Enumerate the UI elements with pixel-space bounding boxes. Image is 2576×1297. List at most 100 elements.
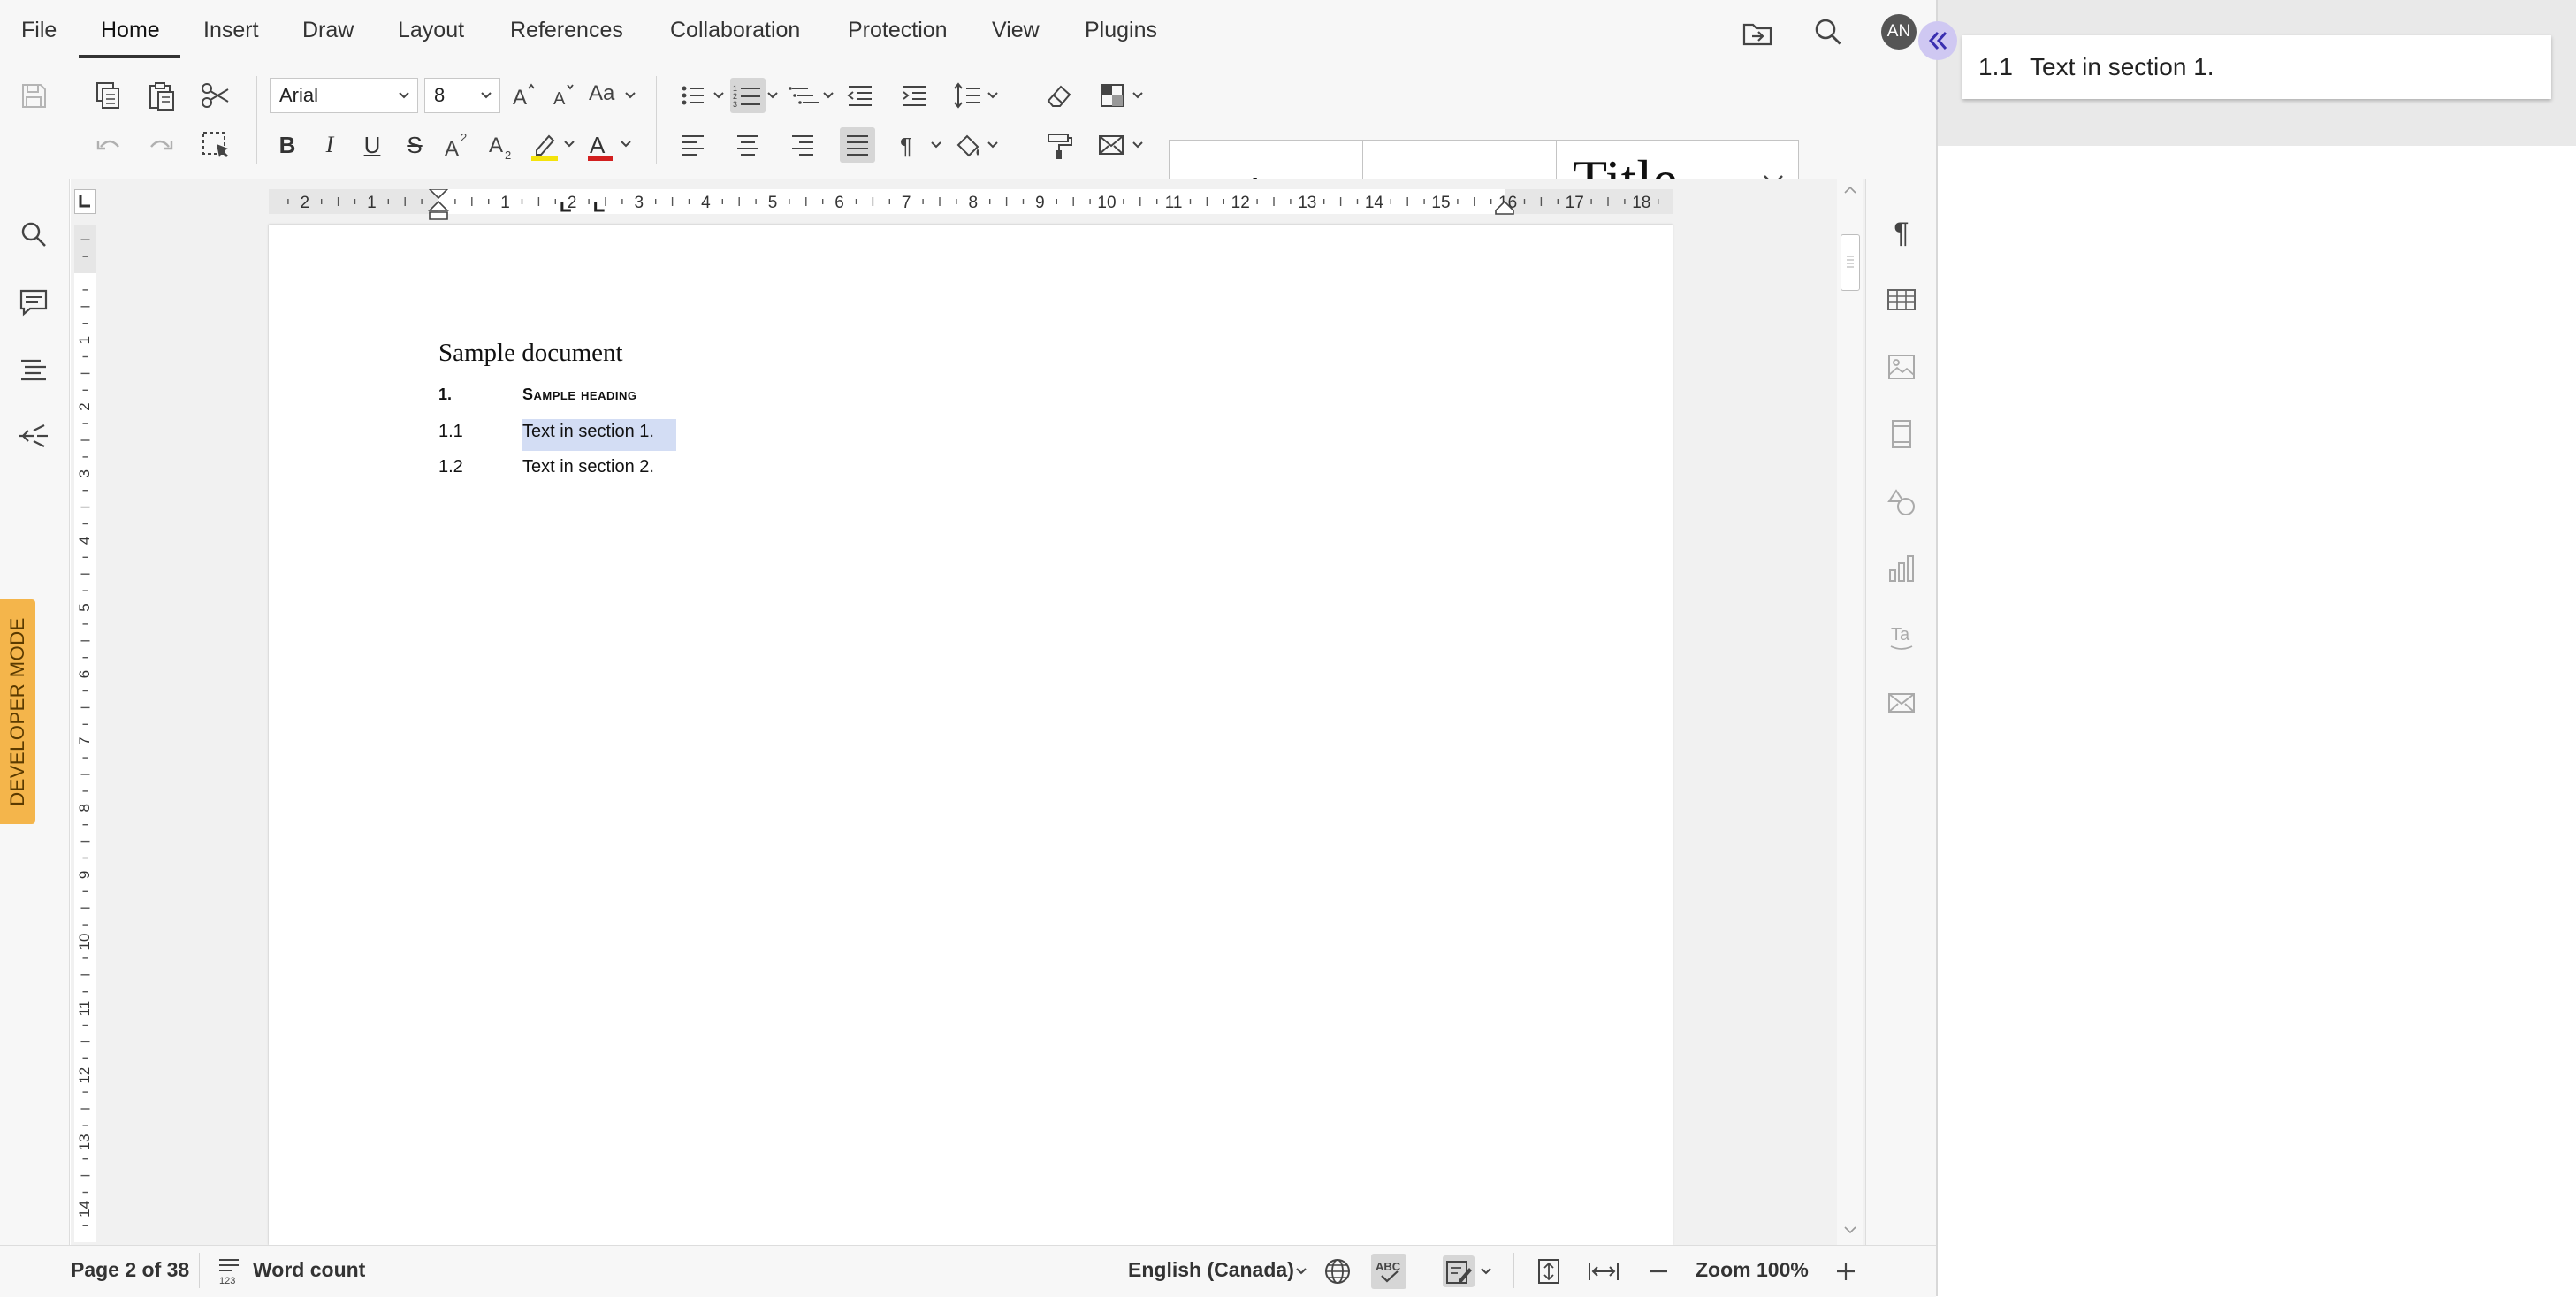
zoom-out-icon[interactable]	[1642, 1255, 1674, 1287]
track-changes-button[interactable]	[1441, 1254, 1498, 1289]
header-footer-settings-icon[interactable]	[1884, 416, 1919, 452]
compare-icon[interactable]	[16, 418, 51, 454]
shading-button[interactable]	[951, 127, 1004, 163]
undo-icon[interactable]	[90, 127, 126, 163]
list-item-number[interactable]: 1.2	[438, 457, 463, 477]
toolbar: Arial 8 A A Aa B I U S A2 A2 A 123 ¶	[0, 62, 1936, 221]
ruler-label: 3	[635, 194, 644, 212]
ruler-label: 13	[1298, 194, 1316, 212]
table-settings-icon[interactable]	[1884, 282, 1919, 317]
globe-icon[interactable]	[1322, 1255, 1353, 1287]
align-justify-icon[interactable]	[840, 127, 875, 163]
language-select[interactable]: English (Canada)	[1128, 1258, 1294, 1282]
numbered-list-icon[interactable]: 123	[730, 78, 766, 113]
copy-icon[interactable]	[90, 78, 126, 113]
underline-icon[interactable]: U	[354, 127, 390, 163]
chevron-down-icon[interactable]	[1294, 1258, 1308, 1285]
menu-view[interactable]: View	[992, 18, 1040, 43]
font-size-select[interactable]: 8	[424, 78, 500, 113]
heading-text[interactable]: Sample heading	[522, 385, 636, 404]
italic-icon[interactable]: I	[312, 127, 347, 163]
word-count-icon[interactable]: 123	[216, 1255, 244, 1286]
fit-to-width-icon[interactable]	[1586, 1255, 1621, 1287]
clear-formatting-icon[interactable]	[1041, 78, 1077, 113]
menu-layout[interactable]: Layout	[398, 18, 464, 43]
paragraph-settings-icon[interactable]: ¶	[1884, 215, 1919, 250]
word-count-button[interactable]: Word count	[253, 1258, 365, 1282]
comments-icon[interactable]	[16, 284, 51, 319]
superscript-icon[interactable]: A2	[439, 127, 475, 163]
text-art-settings-icon[interactable]: Ta	[1884, 618, 1919, 653]
font-family-select[interactable]: Arial	[270, 78, 418, 113]
scroll-up-icon[interactable]	[1842, 183, 1858, 197]
paste-icon[interactable]	[144, 78, 179, 113]
menu-plugins[interactable]: Plugins	[1085, 18, 1157, 43]
mail-merge-button[interactable]	[1096, 127, 1149, 163]
decrease-font-size-icon[interactable]: A	[545, 78, 580, 113]
copy-style-icon[interactable]	[1041, 127, 1077, 163]
svg-text:Ta: Ta	[1891, 625, 1910, 645]
svg-text:2: 2	[505, 149, 511, 162]
chevron-down-icon[interactable]	[766, 78, 781, 113]
cut-icon[interactable]	[198, 78, 233, 113]
side-panel-result[interactable]: 1.1 Text in section 1.	[1962, 35, 2551, 99]
save-icon[interactable]	[16, 78, 51, 113]
spell-check-icon[interactable]: ABC	[1371, 1254, 1406, 1289]
color-scheme-button[interactable]	[1096, 78, 1149, 113]
zoom-in-icon[interactable]	[1830, 1255, 1862, 1287]
user-avatar[interactable]: AN	[1881, 14, 1917, 50]
paragraph-marks-button[interactable]: ¶	[895, 127, 948, 163]
ruler-label: 4	[76, 537, 93, 545]
vertical-scrollbar[interactable]	[1837, 179, 1863, 1245]
subscript-icon[interactable]: A2	[484, 127, 519, 163]
list-item-number[interactable]: 1.1	[438, 422, 463, 442]
find-icon[interactable]	[16, 217, 51, 252]
decrease-indent-icon[interactable]	[842, 78, 877, 113]
page-indicator[interactable]: Page 2 of 38	[71, 1258, 189, 1282]
document-title[interactable]: Sample document	[438, 339, 623, 368]
increase-indent-icon[interactable]	[896, 78, 932, 113]
mail-merge-settings-icon[interactable]	[1884, 685, 1919, 721]
image-settings-icon[interactable]	[1884, 349, 1919, 385]
menu-draw[interactable]: Draw	[302, 18, 354, 43]
bold-icon[interactable]: B	[270, 127, 305, 163]
fit-to-page-icon[interactable]	[1533, 1255, 1565, 1287]
menu-insert[interactable]: Insert	[203, 18, 259, 43]
menu-file[interactable]: File	[21, 18, 57, 43]
chart-settings-icon[interactable]	[1884, 551, 1919, 586]
scroll-down-icon[interactable]	[1842, 1223, 1858, 1237]
active-tab-indicator	[79, 55, 180, 58]
font-color-button[interactable]: A	[584, 127, 634, 163]
shape-settings-icon[interactable]	[1884, 484, 1919, 519]
search-icon[interactable]	[1810, 14, 1846, 50]
tab-type-selector[interactable]	[74, 189, 96, 214]
highlight-color-button[interactable]	[528, 127, 577, 163]
zoom-level[interactable]: Zoom 100%	[1696, 1258, 1809, 1282]
menu-home[interactable]: Home	[101, 18, 160, 43]
navigation-headings-icon[interactable]	[16, 351, 51, 386]
align-left-icon[interactable]	[675, 127, 711, 163]
open-file-location-icon[interactable]	[1740, 16, 1775, 51]
side-panel-item-number: 1.1	[1978, 53, 2013, 80]
menu-protection[interactable]: Protection	[848, 18, 948, 43]
scrollbar-thumb[interactable]	[1841, 234, 1860, 291]
line-spacing-button[interactable]	[951, 78, 1004, 113]
redo-icon[interactable]	[144, 127, 179, 163]
align-center-icon[interactable]	[730, 127, 766, 163]
menu-collaboration[interactable]: Collaboration	[670, 18, 800, 43]
document-page[interactable]	[269, 225, 1673, 1245]
multilevel-list-button[interactable]	[787, 78, 840, 113]
increase-font-size-icon[interactable]: A	[506, 78, 541, 113]
list-item-text[interactable]: Text in section 1.	[522, 422, 654, 442]
ruler-label: 15	[1431, 194, 1450, 212]
select-all-icon[interactable]	[198, 127, 233, 163]
align-right-icon[interactable]	[785, 127, 820, 163]
heading-number[interactable]: 1.	[438, 385, 452, 404]
menu-bar: File Home Insert Draw Layout References …	[0, 0, 1936, 62]
list-item-text[interactable]: Text in section 2.	[522, 457, 654, 477]
strikethrough-icon[interactable]: S	[397, 127, 432, 163]
bullet-list-button[interactable]	[677, 78, 730, 113]
menu-references[interactable]: References	[510, 18, 623, 43]
collapse-panel-button[interactable]	[1918, 21, 1957, 60]
change-case-button[interactable]: Aa	[587, 78, 638, 113]
